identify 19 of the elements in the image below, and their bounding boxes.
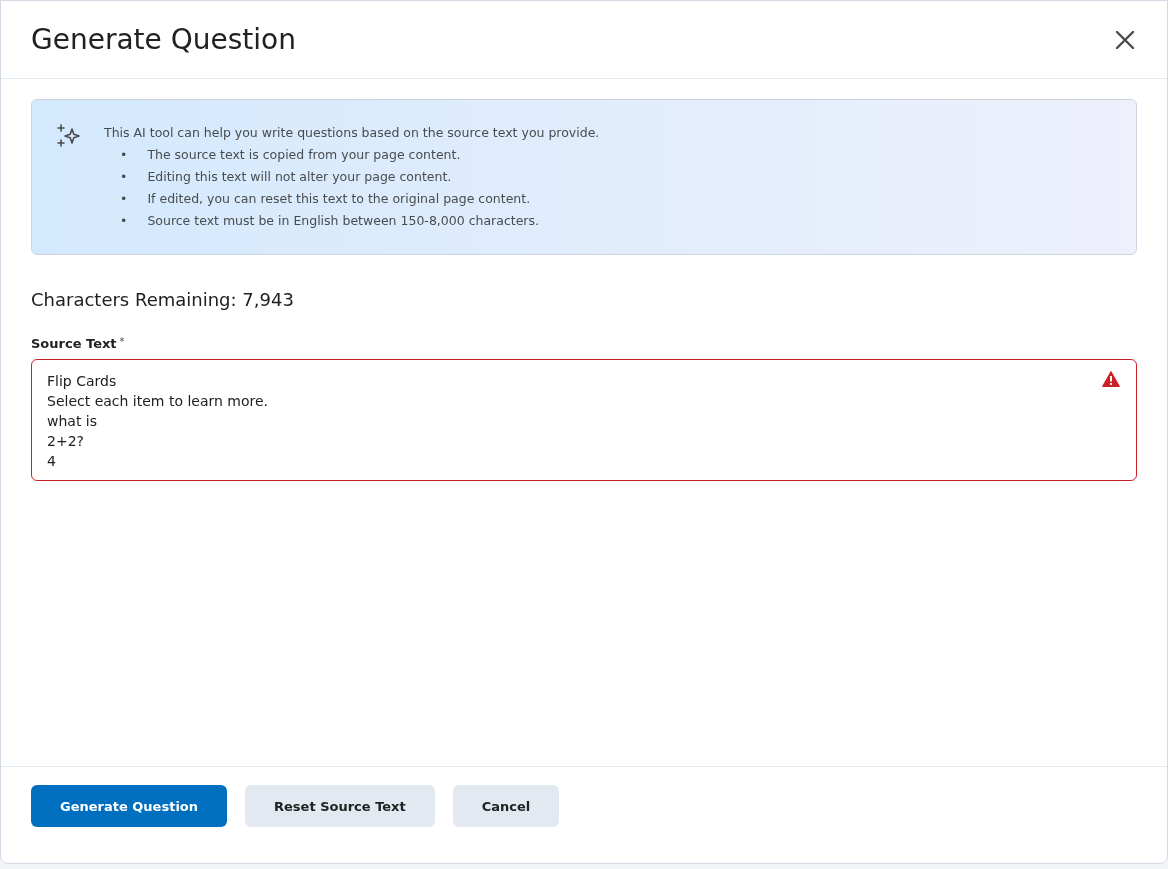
dialog-title: Generate Question [31,23,296,56]
bullet-marker: • [120,168,128,186]
info-text: This AI tool can help you write questions based on the source text you provide. [104,124,600,142]
source-text-field[interactable]: Flip Cards Select each item to learn more. what is 2+2? 4 [31,359,1137,481]
info-bullet: The source text is copied from your page content. [147,146,461,164]
bullet-marker: • [120,212,128,230]
secondary-button[interactable]: Reset Source Text [245,785,435,827]
warning-icon [1102,371,1120,387]
bullet-marker: • [120,190,128,208]
field-label: Source Text [31,336,117,351]
info-bullet: Source text must be in English between 150-8,000 characters. [147,212,539,230]
info-bullet: If edited, you can reset this text to the original page content. [147,190,531,208]
characters-remaining: Characters Remaining: 7,943 [31,289,295,310]
info-bullet: Editing this text will not alter your page content. [147,168,452,186]
bullet-marker: • [120,146,128,164]
required-mark: * [119,336,125,349]
generate-button[interactable]: Generate Question [31,785,228,827]
secondary-button[interactable]: Cancel [452,785,560,827]
sparkle-icon [56,124,82,148]
